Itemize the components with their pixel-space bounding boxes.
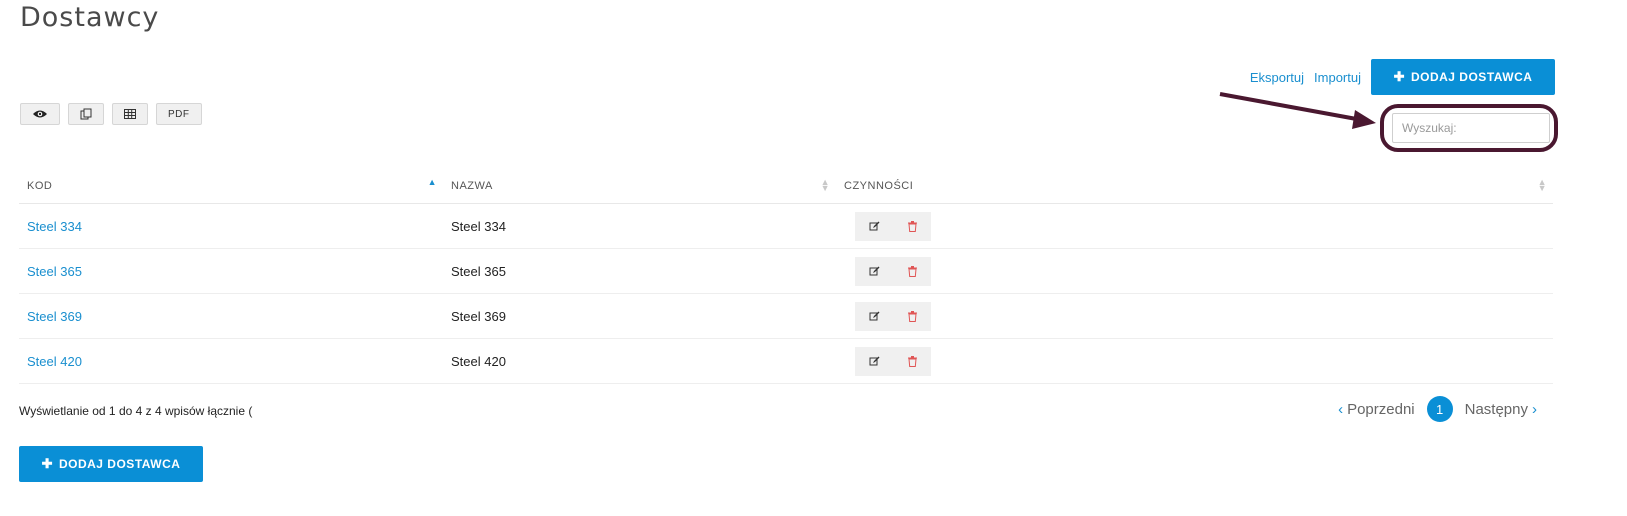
actions-cell [836, 248, 1553, 294]
pagination: ‹ Poprzedni 1 Następny › [1334, 396, 1541, 422]
column-header-code[interactable]: KOD ▲ [19, 168, 443, 204]
table-icon [124, 109, 136, 119]
sort-asc-icon: ▲ [427, 177, 437, 187]
row-actions [855, 301, 931, 331]
edit-icon [869, 311, 879, 320]
row-actions [855, 211, 931, 241]
eye-icon [32, 109, 48, 119]
edit-icon [869, 356, 879, 365]
excel-button[interactable] [112, 103, 148, 125]
copy-icon [80, 108, 92, 120]
delete-button[interactable] [893, 347, 931, 376]
table-row: Steel 420 Steel 420 [19, 338, 1553, 384]
export-link[interactable]: Eksportuj [1250, 70, 1304, 85]
edit-button[interactable] [855, 212, 893, 241]
edit-button[interactable] [855, 302, 893, 331]
name-cell: Steel 420 [443, 338, 836, 384]
column-header-name[interactable]: NAZWA ▲ ▼ [443, 168, 836, 204]
edit-icon [869, 266, 879, 275]
column-header-code-label: KOD [27, 179, 53, 192]
add-supplier-button[interactable]: ✚ DODAJ DOSTAWCA [1371, 59, 1555, 95]
import-link[interactable]: Importuj [1314, 70, 1361, 85]
supplier-code-link[interactable]: Steel 420 [27, 354, 82, 369]
code-cell: Steel 334 [19, 203, 443, 249]
trash-icon [907, 355, 917, 367]
add-supplier-bottom-label: DODAJ DOSTAWCA [58, 457, 181, 471]
search-input[interactable] [1392, 113, 1550, 143]
pdf-button[interactable]: PDF [156, 103, 202, 125]
name-cell: Steel 334 [443, 203, 836, 249]
column-visibility-button[interactable] [20, 103, 60, 125]
page-number-button[interactable]: 1 [1426, 396, 1453, 422]
row-actions [855, 346, 931, 376]
code-cell: Steel 420 [19, 338, 443, 384]
table-row: Steel 334 Steel 334 [19, 203, 1553, 249]
chevron-right-icon: › [1532, 400, 1537, 418]
edit-button[interactable] [855, 347, 893, 376]
table-info: Wyświetlanie od 1 do 4 z 4 wpisów łączni… [19, 404, 253, 418]
next-page-button[interactable]: Następny › [1465, 401, 1541, 418]
chevron-left-icon: ‹ [1338, 400, 1344, 418]
page-title: Dostawcy [20, 2, 160, 33]
plus-icon: ✚ [1393, 69, 1405, 84]
supplier-code-link[interactable]: Steel 334 [27, 219, 82, 234]
supplier-code-link[interactable]: Steel 365 [27, 264, 82, 279]
previous-page-button[interactable]: ‹ Poprzedni [1334, 401, 1415, 418]
search-highlight [1380, 104, 1558, 152]
name-cell: Steel 365 [443, 248, 836, 294]
annotation-arrow-icon [1219, 92, 1376, 129]
row-actions [855, 256, 931, 286]
column-header-name-label: NAZWA [451, 179, 493, 192]
code-cell: Steel 365 [19, 248, 443, 294]
sort-both-icon: ▲ ▼ [820, 177, 830, 193]
trash-icon [907, 265, 917, 277]
table-row: Steel 365 Steel 365 [19, 248, 1553, 294]
add-supplier-label: DODAJ DOSTAWCA [1410, 70, 1533, 84]
trash-icon [907, 310, 917, 322]
sort-both-icon: ▲ ▼ [1537, 177, 1547, 193]
trash-icon [907, 220, 917, 232]
copy-button[interactable] [68, 103, 104, 125]
supplier-code-link[interactable]: Steel 369 [27, 309, 82, 324]
actions-cell [836, 293, 1553, 339]
column-header-actions[interactable]: CZYNNOŚCI ▲ ▼ [836, 168, 1553, 204]
edit-icon [869, 221, 879, 230]
table-row: Steel 369 Steel 369 [19, 293, 1553, 339]
name-cell: Steel 369 [443, 293, 836, 339]
plus-icon: ✚ [41, 456, 53, 471]
edit-button[interactable] [855, 257, 893, 286]
export-toolbar: PDF [20, 103, 202, 125]
code-cell: Steel 369 [19, 293, 443, 339]
column-header-actions-label: CZYNNOŚCI [844, 179, 914, 192]
add-supplier-bottom-button[interactable]: ✚ DODAJ DOSTAWCA [19, 446, 203, 482]
suppliers-table: KOD ▲ NAZWA ▲ ▼ CZYNNOŚCI ▲ ▼ Steel 334 St… [19, 168, 1553, 384]
table-header-row: KOD ▲ NAZWA ▲ ▼ CZYNNOŚCI ▲ ▼ [19, 168, 1553, 204]
actions-cell [836, 338, 1553, 384]
previous-page-label: Poprzedni [1347, 400, 1415, 418]
delete-button[interactable] [893, 257, 931, 286]
delete-button[interactable] [893, 302, 931, 331]
actions-cell [836, 203, 1553, 249]
next-page-label: Następny [1464, 400, 1528, 418]
delete-button[interactable] [893, 212, 931, 241]
